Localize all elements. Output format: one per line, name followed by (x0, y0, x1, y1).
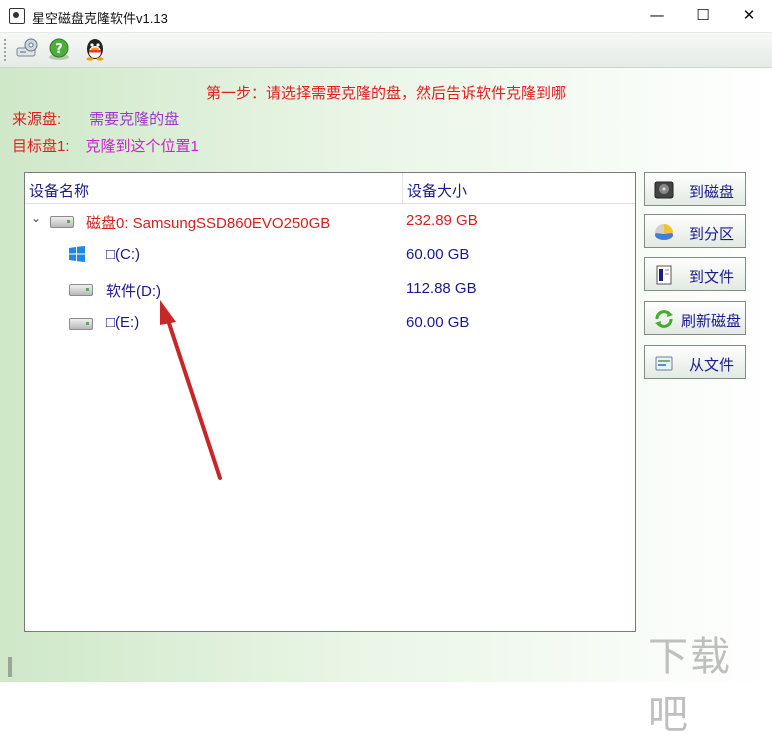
restore-file-icon (655, 356, 673, 371)
windows-icon (69, 246, 85, 262)
watermark-logo: 下载吧 (648, 634, 732, 738)
minimize-button[interactable]: — (634, 0, 680, 32)
source-value: 需要克隆的盘 (89, 111, 180, 128)
disk-icon (69, 284, 93, 296)
toolbar-grip (4, 39, 9, 61)
file-icon (656, 265, 672, 285)
column-divider[interactable] (402, 173, 403, 203)
disk-icon (50, 216, 74, 228)
device-size: 232.89 GB (406, 212, 478, 229)
expand-chevron-icon[interactable]: ⌄ (31, 211, 41, 225)
tree-row-c[interactable]: □(C:) 60.00 GB (25, 238, 635, 272)
partition-icon (655, 224, 673, 240)
settings-disk-icon[interactable] (14, 36, 40, 62)
help-icon[interactable]: ? (46, 36, 72, 62)
tree-row-disk0[interactable]: ⌄ 磁盘0: SamsungSSD860EVO250GB 232.89 GB (25, 204, 635, 238)
to-partition-button[interactable]: 到分区 (644, 214, 746, 248)
device-size: 60.00 GB (406, 246, 470, 263)
window-title: 星空磁盘克隆软件v1.13 (32, 11, 168, 26)
to-file-label: 到文件 (689, 269, 735, 286)
close-button[interactable]: ✕ (726, 0, 772, 32)
source-row: 来源盘: 需要克隆的盘 (12, 108, 179, 129)
svg-text:?: ? (55, 42, 63, 57)
to-disk-button[interactable]: 到磁盘 (644, 172, 746, 206)
device-name: □(E:) (106, 314, 140, 331)
refresh-disk-button[interactable]: 刷新磁盘 (644, 301, 746, 335)
column-header-name[interactable]: 设备名称 (29, 180, 89, 201)
refresh-icon (655, 310, 673, 328)
qq-icon[interactable] (82, 36, 108, 62)
list-header: 设备名称 设备大小 (25, 173, 635, 204)
column-header-size[interactable]: 设备大小 (407, 180, 467, 201)
device-list[interactable]: 设备名称 设备大小 ⌄ 磁盘0: SamsungSSD860EVO250GB 2… (24, 172, 636, 632)
source-label: 来源盘: (12, 111, 62, 128)
target-row: 目标盘1: 克隆到这个位置1 (12, 135, 199, 156)
device-size: 112.88 GB (406, 280, 477, 297)
to-disk-label: 到磁盘 (689, 184, 735, 201)
to-partition-label: 到分区 (689, 226, 735, 243)
from-file-button[interactable]: 从文件 (644, 345, 746, 379)
refresh-disk-label: 刷新磁盘 (681, 313, 742, 330)
hard-disk-icon (654, 181, 674, 199)
status-grip (8, 657, 12, 677)
step-instruction: 第一步：请选择需要克隆的盘，然后告诉软件克隆到哪 (205, 85, 566, 102)
title-bar: 星空磁盘克隆软件v1.13 — ☐ ✕ (0, 0, 772, 33)
app-icon (9, 8, 25, 24)
tree-row-e[interactable]: □(E:) 60.00 GB (25, 306, 635, 340)
target-label: 目标盘1: (12, 138, 70, 155)
device-name: □(C:) (106, 246, 141, 263)
target-value: 克隆到这个位置1 (85, 138, 199, 155)
disk-icon (69, 318, 93, 330)
to-file-button[interactable]: 到文件 (644, 257, 746, 291)
device-name: 软件(D:) (106, 283, 161, 300)
from-file-label: 从文件 (689, 357, 735, 374)
maximize-button[interactable]: ☐ (680, 0, 726, 32)
device-size: 60.00 GB (406, 314, 470, 331)
device-name: 磁盘0: SamsungSSD860EVO250GB (86, 215, 331, 232)
toolbar: ? (0, 33, 772, 68)
tree-row-d[interactable]: 软件(D:) 112.88 GB (25, 272, 635, 306)
